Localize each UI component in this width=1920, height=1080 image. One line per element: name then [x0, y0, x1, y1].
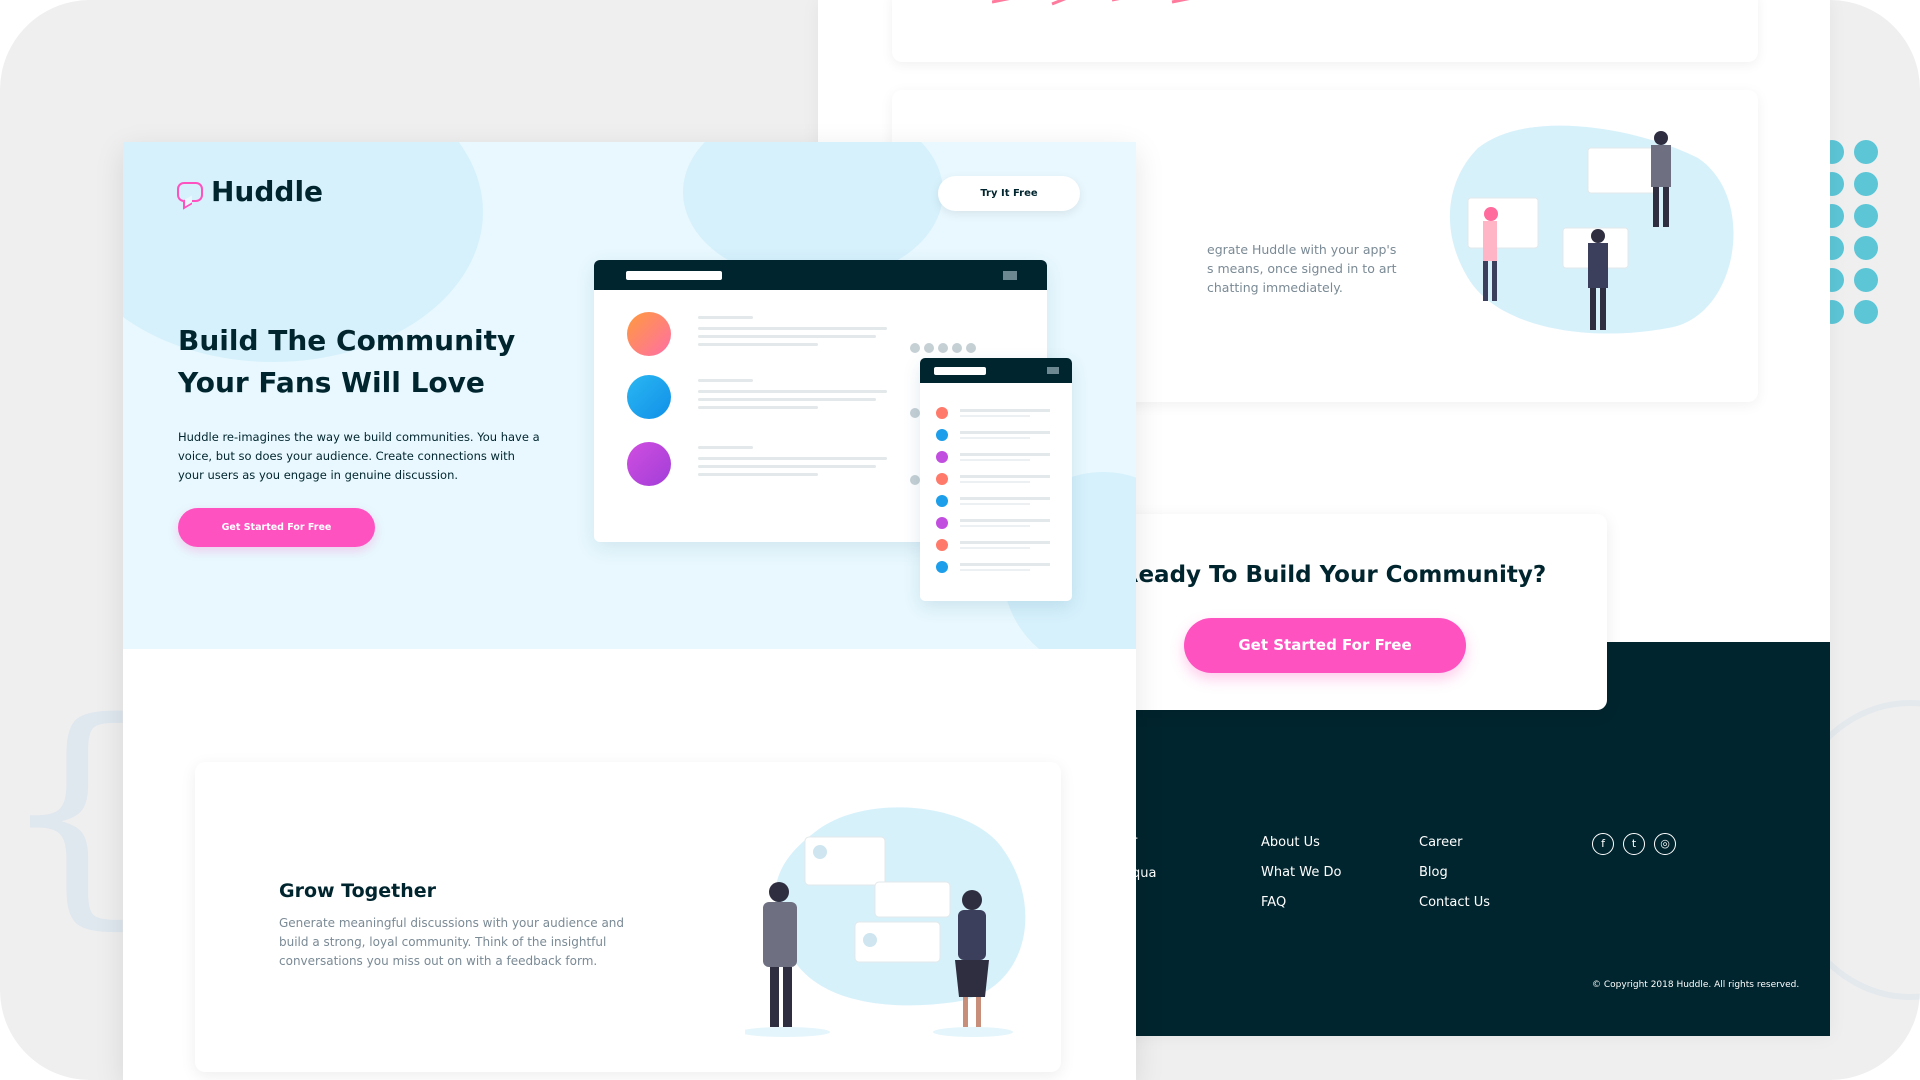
- footer-column-2: Career Blog Contact Us: [1419, 835, 1559, 925]
- logo[interactable]: Huddle: [177, 175, 323, 208]
- copyright: © Copyright 2018 Huddle. All rights rese…: [1592, 980, 1800, 990]
- team-illustration: [1449, 125, 1734, 334]
- illustration-cutoff: [992, 0, 1190, 6]
- mockup-row: [627, 375, 927, 425]
- mobile-titlebar: [920, 358, 1072, 383]
- avatar: [627, 375, 671, 419]
- grow-title: Grow Together: [279, 880, 437, 902]
- footer-link-contact[interactable]: Contact Us: [1419, 895, 1559, 925]
- try-it-free-button[interactable]: Try It Free: [938, 176, 1080, 211]
- mockup-dot: [910, 475, 920, 485]
- hero-description: Huddle re-imagines the way we build comm…: [178, 430, 540, 482]
- mockup-row: [627, 312, 927, 362]
- footer-link-about[interactable]: About Us: [1261, 835, 1401, 865]
- avatar: [627, 442, 671, 486]
- cta-get-started-button[interactable]: Get Started For Free: [1184, 618, 1466, 673]
- footer-link-faq[interactable]: FAQ: [1261, 895, 1401, 925]
- cta-title: Ready To Build Your Community?: [1120, 562, 1547, 588]
- social-icons: f t ◎: [1592, 833, 1676, 855]
- footer-link-blog[interactable]: Blog: [1419, 865, 1559, 895]
- logo-text: Huddle: [211, 175, 324, 208]
- hero-title: Build The Community Your Fans Will Love: [178, 324, 516, 399]
- twitter-icon[interactable]: t: [1623, 833, 1645, 855]
- grow-description: Generate meaningful discussions with you…: [279, 916, 625, 968]
- mockup-row: [627, 442, 927, 492]
- feature-text-partial: egrate Huddle with your app's s means, o…: [1207, 242, 1397, 295]
- grow-illustration: [745, 807, 1026, 1037]
- mockup-titlebar: [594, 260, 1047, 290]
- mockup-dot: [910, 408, 920, 418]
- footer-link-career[interactable]: Career: [1419, 835, 1559, 865]
- top-card: [892, 0, 1758, 62]
- front-page: Huddle Try It Free Build The Community Y…: [123, 142, 1136, 1080]
- chat-bubble-icon: [177, 181, 203, 202]
- background-canvas: { egrate Huddle with your app's s means,…: [0, 0, 1920, 1080]
- footer-column-1: About Us What We Do FAQ: [1261, 835, 1401, 925]
- facebook-icon[interactable]: f: [1592, 833, 1614, 855]
- avatar: [627, 312, 671, 356]
- decorative-dots: [1820, 140, 1920, 340]
- instagram-icon[interactable]: ◎: [1654, 833, 1676, 855]
- cta-card: Ready To Build Your Community? Get Start…: [1060, 514, 1607, 710]
- mobile-mockup: [920, 358, 1072, 601]
- get-started-button[interactable]: Get Started For Free: [178, 508, 375, 547]
- grow-together-card: Grow Together Generate meaningful discus…: [195, 762, 1061, 1072]
- mockup-dots: [910, 343, 976, 353]
- hero-section: Huddle Try It Free Build The Community Y…: [123, 142, 1136, 649]
- footer-link-what-we-do[interactable]: What We Do: [1261, 865, 1401, 895]
